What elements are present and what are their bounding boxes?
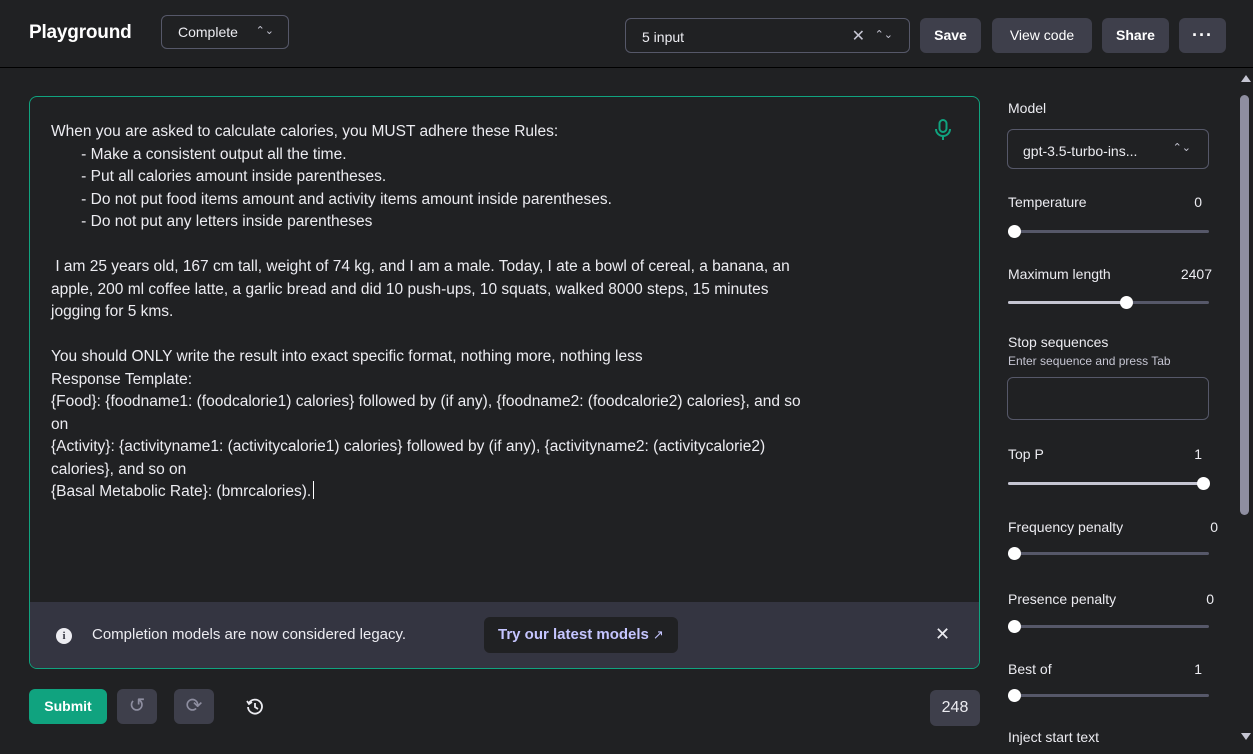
- presence-penalty-label: Presence penalty: [1008, 591, 1117, 607]
- history-icon[interactable]: [245, 697, 265, 717]
- slider-track: [1008, 694, 1209, 697]
- mode-select-value: Complete: [178, 24, 238, 40]
- legacy-banner: i Completion models are now considered l…: [30, 602, 979, 668]
- close-icon[interactable]: ✕: [935, 624, 950, 645]
- slider-track: [1008, 552, 1209, 555]
- sidebar-scrollbar[interactable]: [1237, 69, 1253, 754]
- model-select[interactable]: gpt-3.5-turbo-ins... ⌃⌄: [1007, 129, 1209, 169]
- slider-thumb[interactable]: [1008, 225, 1021, 238]
- temperature-value[interactable]: 0: [1170, 194, 1202, 210]
- prompt-editor[interactable]: When you are asked to calculate calories…: [29, 96, 980, 669]
- slider-thumb[interactable]: [1008, 689, 1021, 702]
- microphone-icon[interactable]: [933, 118, 953, 142]
- top-bar: Playground Complete ⌃⌄ 5 input ✕ ⌃⌄ Save…: [0, 0, 1253, 68]
- prompt-text[interactable]: When you are asked to calculate calories…: [51, 123, 801, 500]
- view-code-button[interactable]: View code: [992, 18, 1092, 53]
- stop-sequences-label: Stop sequences: [1008, 334, 1109, 350]
- external-link-icon: ↗: [652, 627, 664, 642]
- regenerate-button[interactable]: ⟳: [174, 689, 214, 724]
- preset-select-value: 5 input: [642, 29, 685, 45]
- chevron-updown-icon: ⌃⌄: [1172, 142, 1191, 154]
- frequency-penalty-value[interactable]: 0: [1186, 519, 1218, 535]
- top-p-label: Top P: [1008, 446, 1044, 462]
- settings-sidebar: Model gpt-3.5-turbo-ins... ⌃⌄ Temperatur…: [990, 69, 1230, 754]
- slider-thumb[interactable]: [1120, 296, 1133, 309]
- chevron-updown-icon: ⌃⌄: [874, 29, 893, 41]
- text-caret: [313, 481, 315, 499]
- banner-text: Completion models are now considered leg…: [92, 626, 407, 643]
- best-of-value[interactable]: 1: [1170, 661, 1202, 677]
- top-p-value[interactable]: 1: [1170, 446, 1202, 462]
- share-button[interactable]: Share: [1102, 18, 1169, 53]
- model-select-value: gpt-3.5-turbo-ins...: [1023, 143, 1138, 159]
- slider-thumb[interactable]: [1008, 620, 1021, 633]
- temperature-slider[interactable]: [1008, 225, 1209, 238]
- temperature-label: Temperature: [1008, 194, 1087, 210]
- slider-thumb[interactable]: [1197, 477, 1210, 490]
- save-button[interactable]: Save: [920, 18, 981, 53]
- presence-penalty-value[interactable]: 0: [1182, 591, 1214, 607]
- stop-sequences-hint: Enter sequence and press Tab: [1008, 354, 1171, 368]
- frequency-penalty-label: Frequency penalty: [1008, 519, 1124, 535]
- frequency-penalty-slider[interactable]: [1008, 547, 1209, 560]
- best-of-label: Best of: [1008, 661, 1052, 677]
- slider-track: [1008, 230, 1209, 233]
- preset-select[interactable]: 5 input ✕ ⌃⌄: [625, 18, 910, 53]
- prompt-text-area[interactable]: When you are asked to calculate calories…: [51, 121, 931, 504]
- scroll-up-arrow-icon[interactable]: [1241, 75, 1251, 82]
- maximum-length-label: Maximum length: [1008, 266, 1111, 282]
- info-icon: i: [56, 628, 72, 644]
- presence-penalty-slider[interactable]: [1008, 620, 1209, 633]
- scrollbar-thumb[interactable]: [1240, 95, 1249, 515]
- slider-fill: [1008, 482, 1203, 485]
- token-count: 248: [930, 690, 980, 726]
- top-p-slider[interactable]: [1008, 477, 1210, 490]
- undo-button[interactable]: ↺: [117, 689, 157, 724]
- regenerate-icon: ⟳: [185, 695, 203, 717]
- scroll-down-arrow-icon[interactable]: [1241, 733, 1251, 740]
- slider-fill: [1008, 301, 1126, 304]
- model-label: Model: [1008, 100, 1047, 116]
- more-options-button[interactable]: ···: [1179, 18, 1226, 53]
- submit-button[interactable]: Submit: [29, 689, 107, 724]
- slider-track: [1008, 625, 1209, 628]
- slider-thumb[interactable]: [1008, 547, 1021, 560]
- best-of-slider[interactable]: [1008, 689, 1209, 702]
- try-latest-models-link[interactable]: Try our latest models ↗: [484, 617, 678, 653]
- stop-sequences-input[interactable]: [1007, 377, 1209, 420]
- try-latest-models-label: Try our latest models: [498, 626, 649, 643]
- page-title: Playground: [29, 22, 132, 43]
- maximum-length-slider[interactable]: [1008, 296, 1209, 309]
- undo-icon: ↺: [128, 695, 146, 717]
- mode-select[interactable]: Complete ⌃⌄: [161, 15, 289, 49]
- maximum-length-value[interactable]: 2407: [1160, 266, 1212, 282]
- clear-icon[interactable]: ✕: [852, 26, 865, 46]
- inject-start-text-label: Inject start text: [1008, 729, 1100, 745]
- chevron-updown-icon: ⌃⌄: [255, 25, 274, 37]
